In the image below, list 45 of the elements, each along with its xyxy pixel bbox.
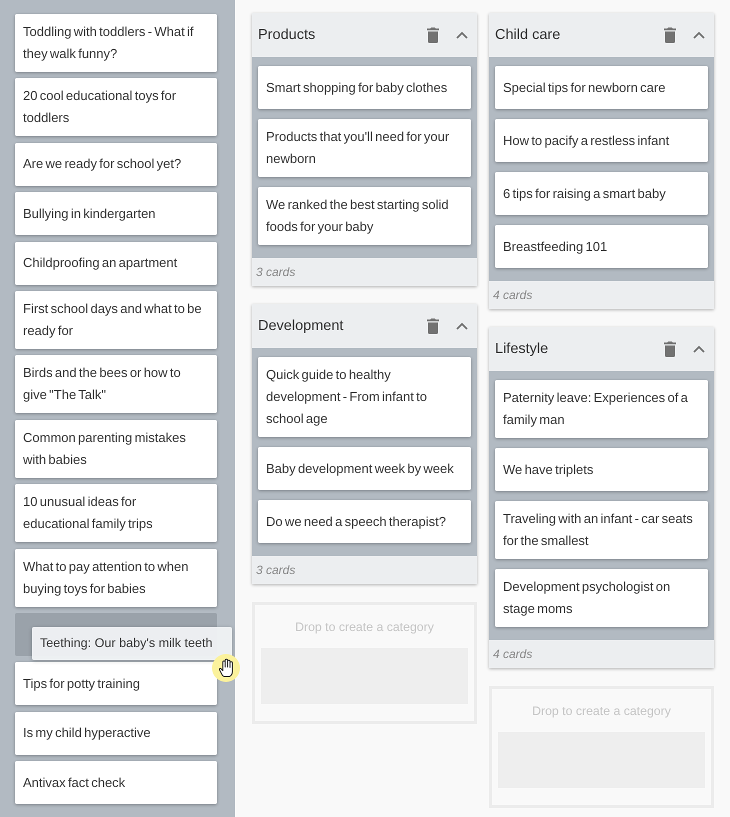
article-card[interactable]: What to pay attention to when buying toys for babies [15,548,217,607]
article-card[interactable]: Traveling with an infant - car seats for the smallest [495,501,708,559]
article-card[interactable]: Quick guide to healthy development - From infant to school age [258,357,471,437]
article-card[interactable]: Development psychologist on stage moms [495,569,708,627]
article-card[interactable]: Paternity leave: Experiences of a family man [495,380,708,438]
article-card[interactable]: Birds and the bees or how to give "The Talk" [15,355,217,414]
article-card[interactable]: Common parenting mistakes with babies [15,420,217,478]
category-title: Products [258,27,316,43]
dragged-card[interactable]: Teething: Our baby's milk teeth [32,627,232,660]
article-card[interactable]: Breastfeeding 101 [495,225,708,268]
chevron-up-icon [693,30,705,40]
category-title: Development [258,318,344,334]
trash-icon [427,318,439,334]
article-card[interactable]: How to pacify a restless infant [495,119,708,162]
article-card[interactable]: 6 tips for raising a smart baby [495,172,708,215]
article-card[interactable]: Tips for potty training [15,662,217,706]
chevron-up-icon [693,344,705,354]
chevron-up-icon [456,30,468,40]
category-title: Child care [495,27,562,43]
article-card[interactable]: Do we need a speech therapist? [258,500,471,543]
card-count: 4 cards [489,281,714,309]
article-card[interactable]: We have triplets [495,448,708,491]
card-count: 3 cards [252,556,477,584]
article-card[interactable]: 10 unusual ideas for educational family trips [15,484,217,542]
trash-icon [427,27,439,43]
chevron-up-icon [456,322,468,330]
trash-icon [664,27,676,43]
article-card[interactable]: First school days and what to be ready for [15,290,217,349]
article-card[interactable]: Baby development week by week [258,447,471,490]
article-card[interactable]: Products that you'll need for your newborn [258,119,471,177]
article-card[interactable]: Special tips for newborn care [495,66,708,109]
article-card[interactable]: Toddling with toddlers - What if they walk funny? [15,14,217,72]
card-count: 4 cards [489,640,714,668]
article-card[interactable]: Antivax fact check [15,761,217,804]
article-card[interactable]: Is my child hyperactive [15,712,217,755]
article-card[interactable]: Are we ready for school yet? [15,142,217,186]
trash-icon [664,341,676,357]
article-card[interactable]: 20 cool educational toys for toddlers [15,78,217,136]
article-card[interactable]: Smart shopping for baby clothes [258,66,471,109]
card-count: 3 cards [252,258,477,286]
article-card[interactable]: Childproofing an apartment [15,242,217,285]
category-title: Lifestyle [495,341,550,357]
hand-cursor-icon [211,653,241,683]
article-card[interactable]: Bullying in kindergarten [15,192,217,236]
article-card[interactable]: We ranked the best starting solid foods for your baby [258,187,471,245]
